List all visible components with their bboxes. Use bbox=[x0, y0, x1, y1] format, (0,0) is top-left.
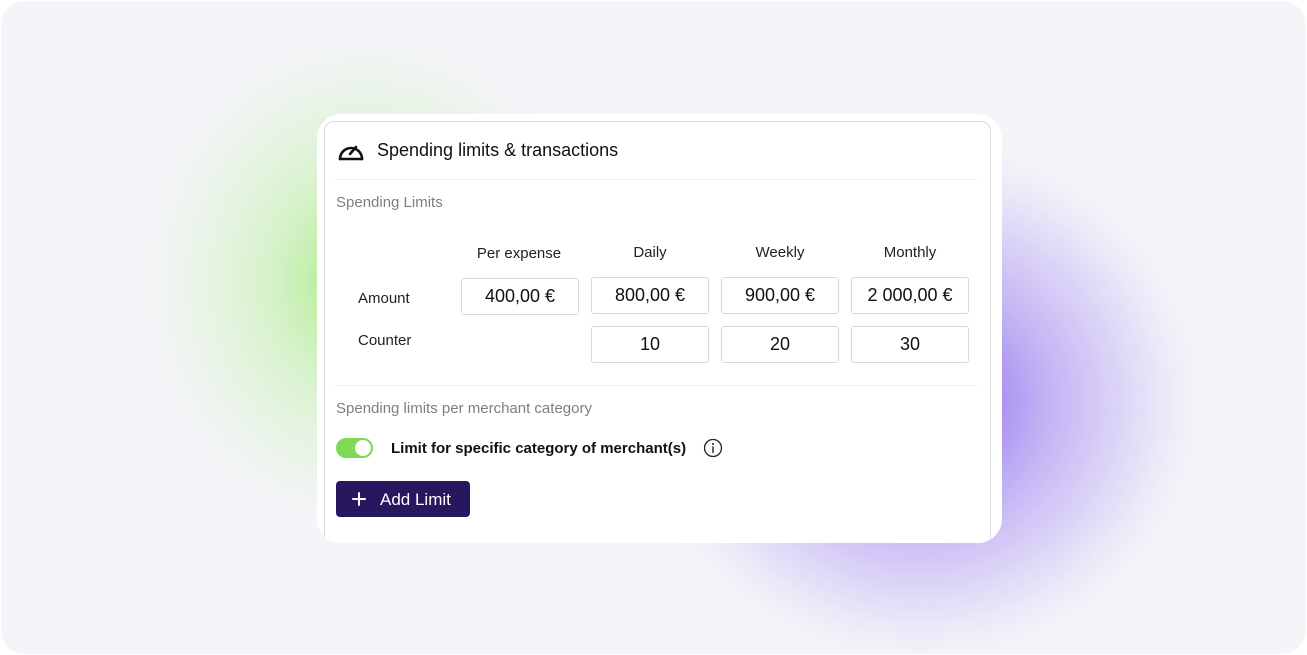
info-icon[interactable] bbox=[703, 438, 723, 458]
card-frame: Spending limits & transactions Spending … bbox=[317, 114, 1002, 543]
add-limit-button-label: Add Limit bbox=[380, 490, 451, 509]
amount-daily-field[interactable]: 800,00 € bbox=[591, 277, 709, 314]
spending-limits-section-label: Spending Limits bbox=[336, 194, 443, 211]
row-label-amount: Amount bbox=[358, 290, 410, 307]
amount-per-expense-field[interactable]: 400,00 € bbox=[461, 278, 579, 315]
merchant-limit-toggle[interactable] bbox=[336, 438, 373, 458]
counter-daily-field[interactable]: 10 bbox=[591, 326, 709, 363]
column-header-monthly: Monthly bbox=[883, 244, 937, 261]
section-divider bbox=[335, 385, 978, 386]
merchant-limits-section-label: Spending limits per merchant category bbox=[336, 400, 592, 417]
amount-weekly-field[interactable]: 900,00 € bbox=[721, 277, 839, 314]
amount-monthly-field[interactable]: 2 000,00 € bbox=[851, 277, 969, 314]
counter-monthly-field[interactable]: 30 bbox=[851, 326, 969, 363]
add-limit-button[interactable]: Add Limit bbox=[336, 481, 470, 517]
column-header-per-expense: Per expense bbox=[476, 245, 562, 262]
row-label-counter: Counter bbox=[358, 332, 412, 349]
merchant-limit-toggle-label: Limit for specific category of merchant(… bbox=[391, 440, 687, 457]
background-stage: Spending limits & transactions Spending … bbox=[1, 1, 1306, 654]
spending-limits-panel: Spending limits & transactions Spending … bbox=[324, 121, 991, 543]
panel-header: Spending limits & transactions bbox=[325, 122, 990, 180]
panel-title: Spending limits & transactions bbox=[377, 140, 619, 160]
counter-weekly-field[interactable]: 20 bbox=[721, 326, 839, 363]
column-header-weekly: Weekly bbox=[755, 244, 805, 261]
header-divider bbox=[335, 179, 978, 180]
gauge-icon bbox=[338, 145, 364, 161]
toggle-knob bbox=[355, 440, 371, 456]
column-header-daily: Daily bbox=[633, 244, 667, 261]
plus-icon bbox=[352, 492, 366, 506]
